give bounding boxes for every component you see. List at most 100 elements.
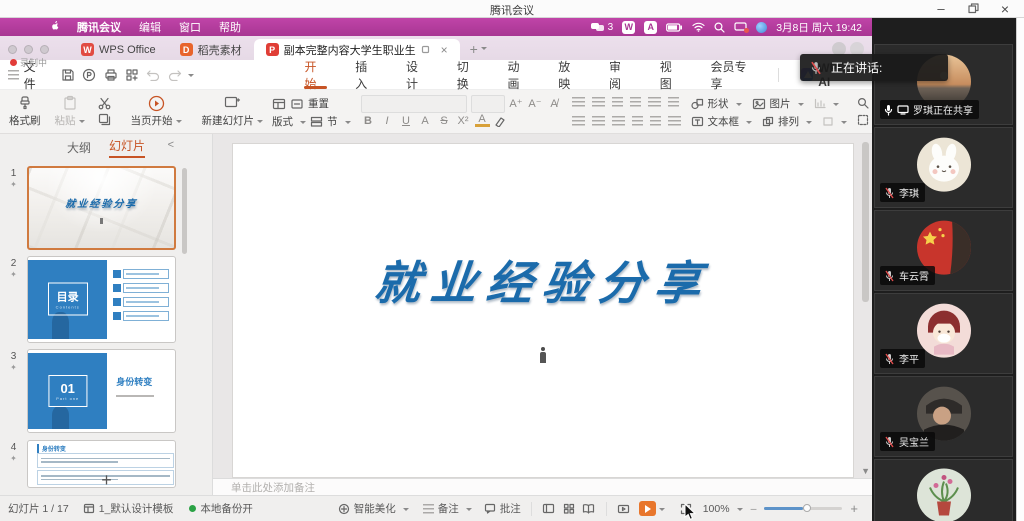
close-button[interactable]: × — [992, 0, 1018, 17]
copy-button[interactable] — [94, 112, 116, 129]
tab-outline[interactable]: 大纲 — [67, 139, 91, 156]
highlight-button[interactable] — [494, 115, 509, 127]
participant-tile[interactable]: 李平 — [874, 293, 1013, 374]
scroll-down-icon[interactable]: ▼ — [861, 466, 870, 476]
reading-view-button[interactable] — [582, 503, 596, 515]
canvas-scrollbar[interactable] — [862, 142, 869, 302]
ribbon-tab-review[interactable]: 审阅 — [595, 60, 646, 89]
slide-thumb-3[interactable]: 3✦ 01 Part one 身份转变 — [0, 349, 176, 433]
font-size-select[interactable] — [471, 95, 505, 113]
participant-tile[interactable]: 车云霄 — [874, 210, 1013, 291]
comments-button[interactable]: 批注 — [484, 501, 521, 516]
undo-button[interactable] — [143, 65, 164, 85]
justify-button[interactable] — [632, 116, 643, 126]
line-spacing-button[interactable] — [648, 97, 661, 107]
reset-button[interactable]: 重置 — [290, 95, 329, 112]
zoom-slider[interactable] — [764, 507, 842, 510]
ribbon-tab-member[interactable]: 会员专享 — [696, 60, 770, 89]
ribbon-tab-slideshow[interactable]: 放映 — [544, 60, 595, 89]
screen-share-tray-icon[interactable] — [734, 22, 747, 32]
search-icon[interactable] — [714, 22, 725, 33]
format-painter-button[interactable]: 格式刷 — [4, 93, 46, 130]
ribbon-tab-animation[interactable]: 动画 — [493, 60, 544, 89]
play-options-caret-icon[interactable] — [659, 508, 665, 514]
slideshow-play-button[interactable] — [639, 501, 656, 516]
minimize-button[interactable]: – — [928, 0, 954, 17]
tab-pin-icon[interactable] — [421, 45, 430, 54]
text-direction-button[interactable] — [668, 97, 679, 107]
ribbon-tab-design[interactable]: 设计 — [392, 60, 443, 89]
slide-thumb-1[interactable]: 1✦ 就业经验分享 — [0, 166, 176, 250]
shadow-button[interactable]: A — [418, 115, 433, 127]
bold-button[interactable]: B — [361, 115, 376, 127]
autoplay-button[interactable] — [617, 503, 631, 515]
save-button[interactable] — [57, 65, 78, 85]
chart-button[interactable] — [814, 95, 839, 112]
picture-button[interactable]: 图片 — [752, 95, 804, 112]
quick-access-caret-icon[interactable] — [188, 74, 194, 80]
font-name-select[interactable] — [361, 95, 467, 113]
input-method-icon[interactable]: A — [644, 21, 657, 34]
apple-icon[interactable] — [50, 21, 61, 33]
align-left-button[interactable] — [572, 116, 585, 126]
collapse-panel-button[interactable]: < — [168, 139, 174, 151]
menubar-item-app[interactable]: 腾讯会议 — [77, 19, 121, 35]
zoom-slider-knob[interactable] — [803, 504, 811, 512]
add-slide-button[interactable]: + — [0, 470, 213, 491]
traffic-light-close[interactable] — [8, 45, 17, 54]
increase-font-button[interactable]: A⁺ — [509, 97, 524, 110]
tab-slides[interactable]: 幻灯片 — [109, 137, 145, 158]
ribbon-tab-transition[interactable]: 切换 — [443, 60, 494, 89]
section-button[interactable]: 节 — [310, 113, 351, 130]
italic-button[interactable]: I — [380, 115, 395, 127]
tab-close-icon[interactable]: × — [441, 43, 448, 57]
print-button[interactable] — [100, 65, 121, 85]
tab-wps-office[interactable]: W WPS Office — [69, 39, 168, 60]
paste-button[interactable]: 粘贴 — [50, 93, 90, 130]
menubar-item-edit[interactable]: 编辑 — [139, 19, 161, 35]
menubar-item-window[interactable]: 窗口 — [179, 19, 201, 35]
numbering-button[interactable] — [592, 97, 605, 107]
textbox-button[interactable]: 文本框 — [691, 113, 753, 130]
ribbon-tab-home[interactable]: 开始 — [290, 60, 341, 89]
backup-status[interactable]: 本地备份开 — [189, 501, 253, 516]
sidebar-scrollbar[interactable] — [182, 168, 187, 254]
current-slide[interactable]: 就业经验分享 — [233, 144, 853, 477]
indent-button[interactable] — [630, 97, 641, 107]
zoom-level[interactable]: 100% — [703, 503, 743, 515]
template-button[interactable]: 1_默认设计模板 — [83, 501, 174, 516]
bullets-button[interactable] — [572, 97, 585, 107]
tab-docer[interactable]: D 稻壳素材 — [168, 39, 254, 60]
zoom-in-button[interactable]: + — [850, 501, 858, 516]
group-button[interactable] — [822, 113, 847, 130]
font-color-button[interactable]: A — [475, 115, 490, 127]
align-center-button[interactable] — [592, 116, 605, 126]
underline-button[interactable]: U — [399, 115, 414, 127]
notes-toggle-button[interactable]: 备注 — [423, 501, 472, 516]
clear-format-button[interactable]: A̸ — [547, 98, 562, 110]
columns-button[interactable] — [650, 116, 661, 126]
participant-tile[interactable]: 吴宝兰 — [874, 376, 1013, 457]
play-from-current-button[interactable]: 当页开始 — [126, 93, 187, 130]
wps-tray-icon[interactable]: W — [622, 21, 635, 34]
share-button[interactable] — [121, 65, 142, 85]
traffic-light-zoom[interactable] — [40, 45, 49, 54]
panel-scroll-strip[interactable] — [1016, 18, 1024, 521]
new-slide-button[interactable]: 新建幻灯片 — [197, 93, 269, 130]
tab-list-caret-icon[interactable] — [481, 47, 487, 53]
control-center-icon[interactable] — [756, 22, 767, 33]
chat-indicator[interactable]: 3 — [591, 22, 614, 33]
notes-area[interactable]: 单击此处添加备注 — [213, 478, 872, 495]
export-pdf-button[interactable] — [78, 65, 99, 85]
ribbon-tab-insert[interactable]: 插入 — [341, 60, 392, 89]
normal-view-button[interactable] — [542, 503, 556, 515]
redo-button[interactable] — [164, 65, 185, 85]
superscript-button[interactable]: X² — [456, 115, 471, 127]
arrange-button[interactable]: 排列 — [762, 113, 812, 130]
align-right-button[interactable] — [612, 116, 625, 126]
slide-sorter-view-button[interactable] — [562, 503, 576, 515]
beautify-button[interactable]: 智能美化 — [338, 501, 409, 516]
ribbon-tab-view[interactable]: 视图 — [646, 60, 697, 89]
decrease-font-button[interactable]: A⁻ — [528, 97, 543, 110]
traffic-light-minimize[interactable] — [24, 45, 33, 54]
